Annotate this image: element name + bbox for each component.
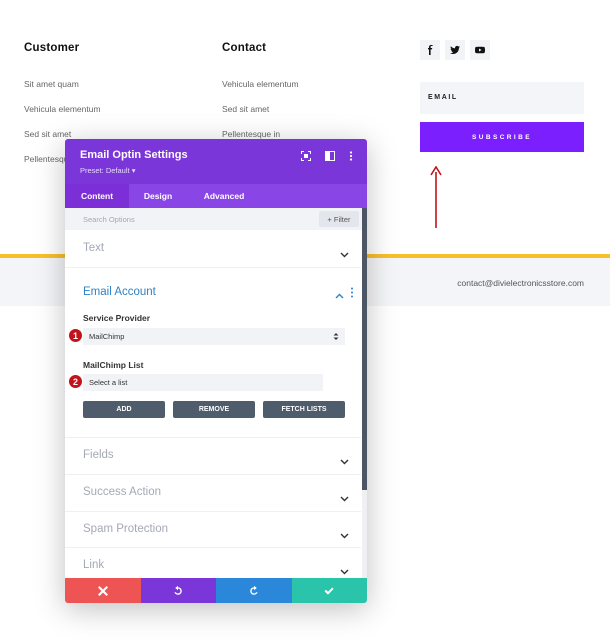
chevron-down-icon: [340, 490, 349, 502]
modal-action-bar: [65, 578, 367, 603]
check-icon: [324, 587, 334, 595]
select-arrows-icon: [333, 333, 339, 340]
chevron-up-icon[interactable]: [335, 288, 344, 299]
annotation-badge-2: 2: [68, 374, 83, 389]
email-input[interactable]: EMAIL: [420, 82, 584, 114]
chevron-down-icon: [340, 527, 349, 539]
chevron-down-icon: [340, 246, 349, 258]
modal-title: Email Optin Settings: [80, 149, 188, 161]
email-label: EMAIL: [428, 94, 458, 101]
scrollbar-thumb[interactable]: [362, 208, 367, 490]
filter-button[interactable]: + Filter: [319, 211, 359, 227]
facebook-icon[interactable]: [420, 40, 440, 60]
section-title: Link: [83, 559, 105, 571]
service-provider-select[interactable]: MailChimp: [83, 328, 345, 345]
tab-bar: Content Design Advanced: [65, 184, 367, 208]
arrow-up-icon: [430, 166, 442, 228]
customer-link[interactable]: Sed sit amet: [24, 129, 71, 139]
redo-icon: [249, 585, 258, 595]
more-options-icon[interactable]: [345, 150, 357, 162]
service-provider-label: Service Provider: [83, 313, 151, 323]
tab-advanced[interactable]: Advanced: [187, 184, 261, 208]
customer-title: Customer: [24, 42, 80, 54]
section-title: Text: [83, 242, 105, 254]
search-options-input[interactable]: Search Options + Filter: [65, 208, 367, 230]
fetch-lists-button[interactable]: FETCH LISTS: [263, 401, 345, 418]
preset-dropdown[interactable]: Preset: Default ▾: [80, 166, 135, 175]
section-link[interactable]: Link: [65, 548, 361, 578]
remove-button[interactable]: REMOVE: [173, 401, 255, 418]
customer-link[interactable]: Vehicula elementum: [24, 104, 101, 114]
contact-link[interactable]: Sed sit amet: [222, 104, 269, 114]
contact-title: Contact: [222, 42, 267, 54]
section-title: Success Action: [83, 486, 161, 498]
add-button[interactable]: ADD: [83, 401, 165, 418]
section-title: Fields: [83, 449, 114, 461]
chevron-down-icon: [340, 563, 349, 575]
close-icon: [97, 585, 108, 596]
chevron-down-icon: [340, 453, 349, 465]
service-provider-value: MailChimp: [89, 332, 125, 341]
tab-content[interactable]: Content: [65, 184, 129, 208]
section-menu-icon[interactable]: [350, 287, 354, 298]
save-button[interactable]: [291, 578, 367, 603]
section-success-action[interactable]: Success Action: [65, 475, 361, 512]
mailchimp-list-label: MailChimp List: [83, 360, 144, 370]
mailchimp-list-select[interactable]: Select a list: [83, 374, 323, 391]
annotation-badge-1: 1: [68, 328, 83, 343]
contact-email[interactable]: contact@divielectronicsstore.com: [457, 278, 584, 288]
undo-button[interactable]: [140, 578, 216, 603]
search-placeholder: Search Options: [83, 215, 135, 224]
contact-link[interactable]: Vehicula elementum: [222, 79, 299, 89]
section-text[interactable]: Text: [65, 230, 361, 268]
undo-icon: [174, 585, 183, 595]
youtube-icon[interactable]: [470, 40, 490, 60]
section-title-email-account[interactable]: Email Account: [83, 286, 156, 298]
modal-header[interactable]: Email Optin Settings Preset: Default ▾: [65, 139, 367, 184]
tab-design[interactable]: Design: [129, 184, 187, 208]
section-fields[interactable]: Fields: [65, 438, 361, 475]
section-spam-protection[interactable]: Spam Protection: [65, 512, 361, 548]
split-view-icon[interactable]: [324, 150, 336, 162]
twitter-icon[interactable]: [445, 40, 465, 60]
redo-button[interactable]: [216, 578, 292, 603]
cancel-button[interactable]: [65, 578, 141, 603]
fullscreen-icon[interactable]: [300, 150, 312, 162]
subscribe-button[interactable]: SUBSCRIBE: [420, 122, 584, 152]
contact-link[interactable]: Pellentesque in: [222, 129, 280, 139]
mailchimp-list-value: Select a list: [89, 378, 128, 387]
customer-link[interactable]: Sit amet quam: [24, 79, 79, 89]
section-title: Spam Protection: [83, 523, 169, 535]
email-optin-settings-modal: Email Optin Settings Preset: Default ▾ C…: [65, 139, 367, 603]
